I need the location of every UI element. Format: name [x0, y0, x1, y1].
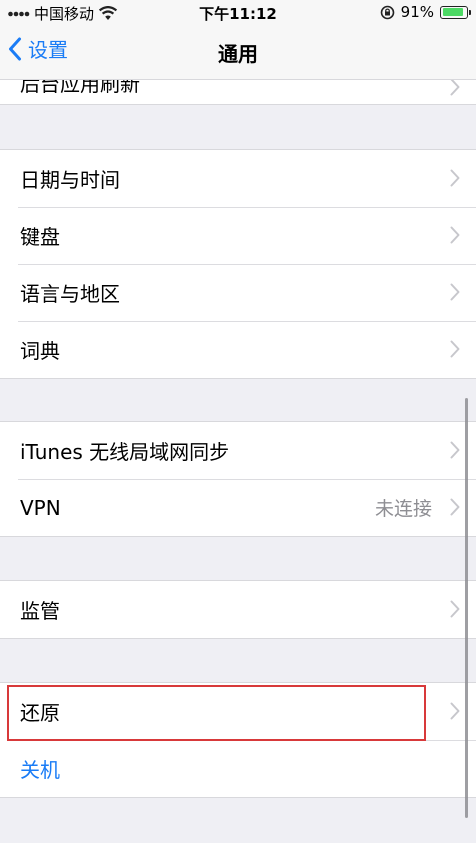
scroll-indicator[interactable] — [465, 398, 468, 818]
chevron-right-icon — [450, 169, 460, 187]
row-date-time[interactable]: 日期与时间 — [0, 150, 476, 207]
settings-group-supervision: 监管 — [0, 580, 476, 639]
row-supervision[interactable]: 监管 — [0, 581, 476, 638]
vpn-status: 未连接 — [374, 498, 432, 520]
row-keyboard[interactable]: 键盘 — [0, 207, 476, 264]
settings-group-network: iTunes 无线局域网同步 VPN 未连接 — [0, 421, 476, 537]
chevron-right-icon — [450, 441, 460, 459]
chevron-right-icon — [450, 340, 460, 358]
row-dictionary[interactable]: 词典 — [0, 321, 476, 378]
settings-group-reset: 还原 关机 — [0, 682, 476, 798]
navigation-bar: 设置 通用 — [0, 24, 476, 80]
battery-percent: 91% — [400, 3, 434, 21]
chevron-right-icon — [450, 283, 460, 301]
settings-group-locale: 日期与时间 键盘 语言与地区 词典 — [0, 149, 476, 379]
row-shut-down[interactable]: 关机 — [0, 740, 476, 797]
page-title: 通用 — [218, 42, 258, 66]
shut-down-label: 关机 — [20, 758, 60, 782]
orientation-lock-icon — [380, 5, 394, 19]
row-language-region[interactable]: 语言与地区 — [0, 264, 476, 321]
row-label: VPN — [20, 495, 61, 520]
row-label: 键盘 — [20, 225, 60, 249]
chevron-right-icon — [450, 702, 460, 720]
settings-group-background: 后台应用刷新 — [0, 80, 476, 105]
chevron-right-icon — [450, 226, 460, 244]
row-itunes-wifi-sync[interactable]: iTunes 无线局域网同步 — [0, 422, 476, 479]
chevron-right-icon — [450, 498, 460, 516]
row-label: iTunes 无线局域网同步 — [20, 440, 230, 464]
row-label: 监管 — [20, 599, 60, 623]
row-reset[interactable]: 还原 — [0, 683, 476, 740]
row-label: 日期与时间 — [20, 168, 120, 192]
battery-icon — [440, 5, 471, 19]
status-bar: 中国移动 下午11:12 91% — [0, 0, 476, 24]
row-background-app-refresh[interactable]: 后台应用刷新 — [0, 80, 476, 104]
chevron-right-icon — [450, 80, 460, 96]
row-label: 还原 — [20, 701, 60, 725]
chevron-right-icon — [450, 600, 460, 618]
row-label: 后台应用刷新 — [20, 80, 140, 96]
row-vpn[interactable]: VPN 未连接 — [0, 479, 476, 536]
row-label: 词典 — [20, 339, 60, 363]
row-label: 语言与地区 — [20, 282, 120, 306]
